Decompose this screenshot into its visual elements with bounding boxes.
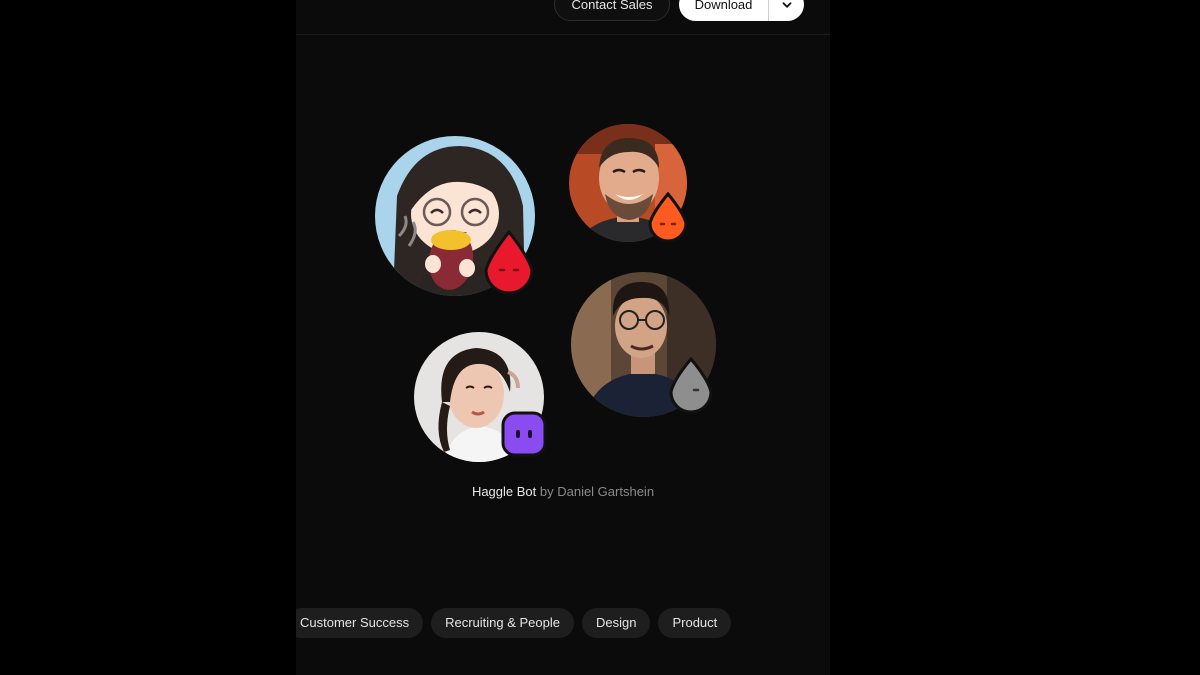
gray-drop-mascot-icon xyxy=(668,356,714,420)
purple-square-mascot-icon xyxy=(500,410,548,463)
download-label[interactable]: Download xyxy=(679,0,768,21)
orange-drop-mascot-icon xyxy=(647,191,689,249)
chevron-down-icon[interactable] xyxy=(769,0,804,21)
download-button[interactable]: Download xyxy=(679,0,804,21)
header-divider xyxy=(296,34,830,35)
category-customer-success[interactable]: Customer Success xyxy=(296,608,424,638)
category-recruiting-people[interactable]: Recruiting & People xyxy=(431,608,574,638)
contact-sales-button[interactable]: Contact Sales xyxy=(554,0,670,21)
red-drop-mascot-icon xyxy=(482,229,536,301)
bot-caption: Haggle Bot by Daniel Gartshein xyxy=(296,484,830,499)
content-panel: Contact Sales Download Haggle Bot by Dan… xyxy=(296,0,830,675)
page: Contact Sales Download Haggle Bot by Dan… xyxy=(0,0,1200,675)
bot-name[interactable]: Haggle Bot xyxy=(472,484,536,499)
category-design[interactable]: Design xyxy=(582,608,651,638)
category-product[interactable]: Product xyxy=(658,608,732,638)
category-tabs: Customer Success Recruiting & People Des… xyxy=(296,608,732,638)
bot-author: by Daniel Gartshein xyxy=(536,484,655,499)
